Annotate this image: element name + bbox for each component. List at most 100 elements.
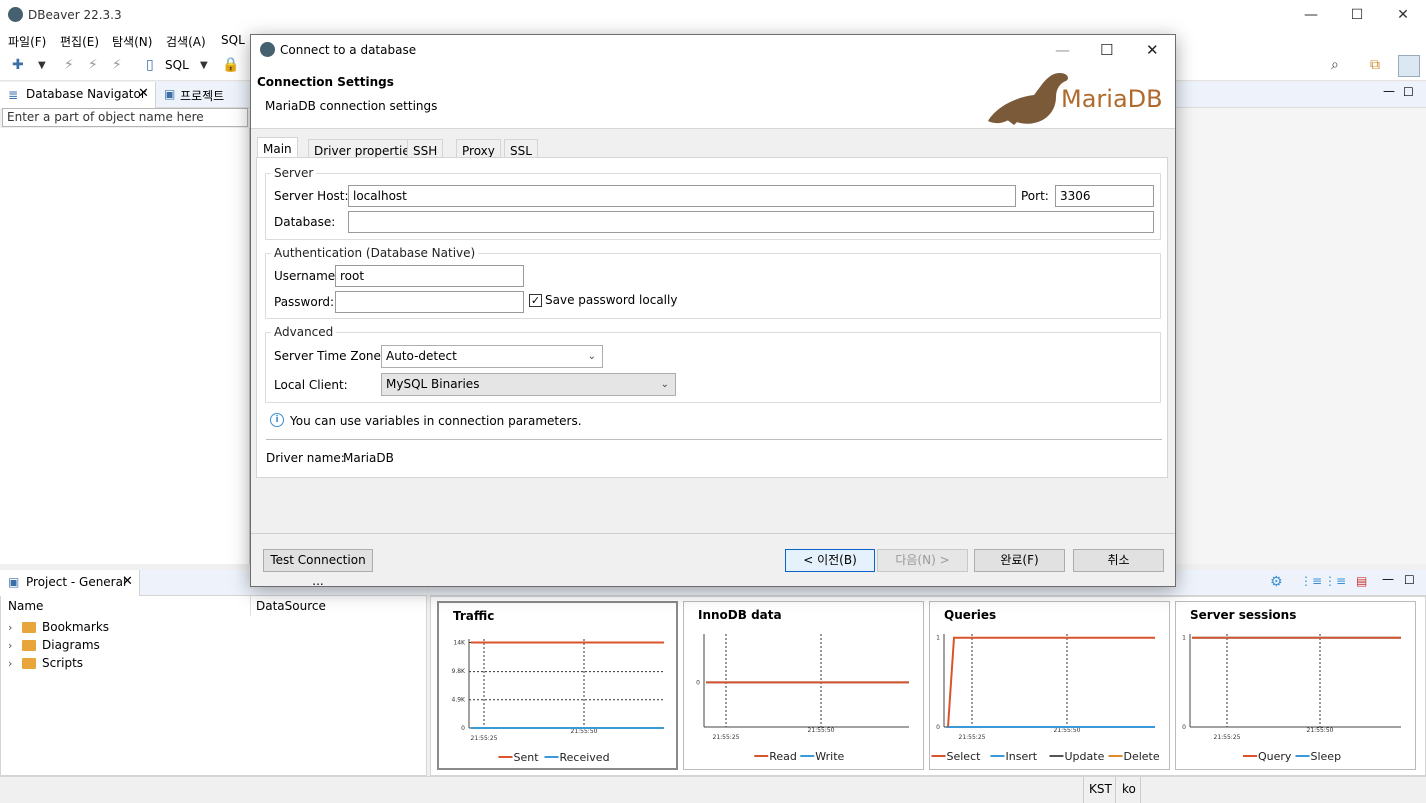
lock-icon[interactable]: 🔒	[222, 57, 239, 73]
sql-button-label[interactable]: SQL	[165, 58, 189, 72]
menu-navigate[interactable]: 탐색(N)	[112, 33, 152, 50]
bookmarks-folder-icon	[22, 622, 36, 633]
info-icon: i	[270, 413, 284, 427]
maximize-icon[interactable]: ☐	[1403, 85, 1414, 99]
x-tick-label: 21:55:25	[713, 734, 740, 741]
save-password-checkbox[interactable]: ✓	[529, 294, 542, 307]
port-input[interactable]: 3306	[1055, 185, 1154, 207]
finish-button[interactable]: 완료(F)	[974, 549, 1065, 572]
close-icon[interactable]: ✕	[122, 574, 133, 589]
timezone-label: Server Time Zone:	[274, 349, 385, 363]
expand-icon[interactable]: ›	[8, 621, 12, 634]
chart-traffic-plot: 14K 9.8K 4.9K 0 21:55:25 21:55:50 Sent Received	[452, 639, 664, 764]
menu-edit[interactable]: 편집(E)	[60, 33, 99, 50]
x-tick-label: 21:55:25	[471, 735, 498, 742]
tree-item-scripts[interactable]: Scripts	[42, 656, 83, 670]
minimize-icon[interactable]: —	[1288, 0, 1334, 31]
legend-label: Write	[815, 750, 844, 763]
navigator-filter-input[interactable]: Enter a part of object name here	[2, 108, 248, 127]
next-button[interactable]: 다음(N) >	[877, 549, 968, 572]
maximize-icon[interactable]: ☐	[1334, 0, 1380, 31]
timezone-select[interactable]: Auto-detect ⌄	[381, 345, 603, 368]
tree-item-diagrams[interactable]: Diagrams	[42, 638, 100, 652]
expand-icon[interactable]: ›	[8, 639, 12, 652]
tab-project-general[interactable]: Project - General	[26, 575, 126, 589]
tab-database-navigator[interactable]: Database Navigator	[26, 87, 146, 101]
project-panel	[0, 570, 427, 776]
project-icon: ▣	[8, 575, 20, 589]
export-icon[interactable]: ▤	[1356, 574, 1367, 588]
username-input[interactable]: root	[335, 265, 524, 287]
legend-label: Delete	[1124, 750, 1160, 763]
layout-alt-icon[interactable]: ⋮≡	[1324, 574, 1346, 588]
app-titlebar: DBeaver 22.3.3 — ☐ ✕	[0, 0, 1426, 31]
layout-icon[interactable]: ⋮≡	[1300, 574, 1322, 588]
settings-gear-icon[interactable]: ⚙	[1270, 574, 1283, 590]
x-tick-label: 21:55:50	[1054, 727, 1081, 734]
legend-label: Update	[1065, 750, 1105, 763]
menu-file[interactable]: 파일(F)	[8, 33, 46, 50]
auth-legend: Authentication (Database Native)	[274, 246, 476, 260]
tree-item-bookmarks[interactable]: Bookmarks	[42, 620, 109, 634]
chevron-down-icon[interactable]: ▼	[38, 60, 46, 71]
chart-queries[interactable]: Queries 1 0 21:55:25 21:55:50 Select Insert Up…	[929, 601, 1170, 770]
cancel-button[interactable]: 취소	[1073, 549, 1164, 572]
dialog-header: Connection Settings MariaDB connection s…	[251, 65, 1175, 129]
project-icon: ▣	[164, 87, 176, 101]
statusbar: KST ko	[0, 776, 1426, 803]
close-icon[interactable]: ✕	[1146, 41, 1159, 59]
chevron-down-icon[interactable]: ▼	[200, 60, 208, 71]
server-host-input[interactable]: localhost	[348, 185, 1016, 207]
port-label: Port:	[1021, 189, 1049, 203]
header-subtitle: MariaDB connection settings	[265, 99, 438, 113]
navigator-tree[interactable]	[0, 128, 250, 564]
x-tick-label: 21:55:50	[1307, 727, 1334, 734]
timezone-value: Auto-detect	[386, 349, 457, 363]
chart-server-sessions[interactable]: Server sessions 1 0 21:55:25 21:55:50 Query S…	[1175, 601, 1416, 770]
menu-search[interactable]: 검색(A)	[166, 33, 206, 50]
column-datasource[interactable]: DataSource	[256, 599, 326, 613]
back-button[interactable]: < 이전(B)	[785, 549, 875, 572]
local-client-select[interactable]: MySQL Binaries ⌄	[381, 373, 676, 396]
search-icon[interactable]: ⌕	[1331, 57, 1339, 73]
database-input[interactable]	[348, 211, 1154, 233]
maximize-icon[interactable]: ☐	[1404, 573, 1415, 587]
minimize-icon[interactable]: —	[1055, 41, 1070, 59]
minimize-icon[interactable]: —	[1382, 572, 1394, 586]
tab-projects[interactable]: 프로젝트	[180, 87, 224, 104]
chart-innodb[interactable]: InnoDB data 0 21:55:25 21:55:50 Read Write	[683, 601, 924, 770]
y-tick-label: 1	[1182, 635, 1186, 642]
header-title: Connection Settings	[257, 75, 394, 89]
dialog-title: Connect to a database	[280, 43, 417, 57]
y-tick-label: 9.8K	[452, 668, 467, 675]
test-connection-button[interactable]: Test Connection ...	[263, 549, 373, 588]
driver-name-value: MariaDB	[343, 451, 394, 465]
dbeaver-logo-icon	[8, 7, 23, 22]
close-icon[interactable]: ✕	[1380, 0, 1426, 31]
maximize-icon[interactable]: ☐	[1100, 41, 1113, 59]
sql-editor-icon[interactable]: ▯	[146, 57, 154, 73]
server-host-label: Server Host:	[274, 189, 349, 203]
main-tab-pane: Server Server Host: localhost Port: 3306…	[256, 157, 1168, 478]
divider	[266, 439, 1162, 440]
minimize-icon[interactable]: —	[1383, 84, 1395, 98]
navigator-tabs: ≣ Database Navigator ✕ ▣ 프로젝트	[0, 82, 250, 108]
password-input[interactable]	[335, 291, 524, 313]
editor-area	[1175, 108, 1426, 564]
invalidate-icon[interactable]: ⚡	[112, 57, 122, 73]
perspective-icon[interactable]	[1398, 55, 1420, 77]
save-password-label[interactable]: Save password locally	[545, 293, 677, 307]
y-tick-label: 0	[461, 725, 465, 732]
dialog-titlebar: Connect to a database — ☐ ✕	[251, 35, 1175, 65]
chart-traffic[interactable]: Traffic 14K 9.8K 4.9K 0 21:55:25 21:55:50 Sent…	[437, 601, 678, 770]
expand-icon[interactable]: ›	[8, 657, 12, 670]
plug-icon[interactable]: ⚡	[64, 57, 74, 73]
disconnect-icon[interactable]: ⚡	[88, 57, 98, 73]
close-icon[interactable]: ✕	[138, 86, 149, 101]
new-connection-icon[interactable]: ✚	[12, 57, 24, 73]
new-window-icon[interactable]: ⧉	[1370, 57, 1380, 73]
scripts-folder-icon	[22, 658, 36, 669]
menu-sql[interactable]: SQL	[221, 33, 245, 47]
y-tick-label: 0	[1182, 724, 1186, 731]
column-name[interactable]: Name	[8, 599, 43, 613]
